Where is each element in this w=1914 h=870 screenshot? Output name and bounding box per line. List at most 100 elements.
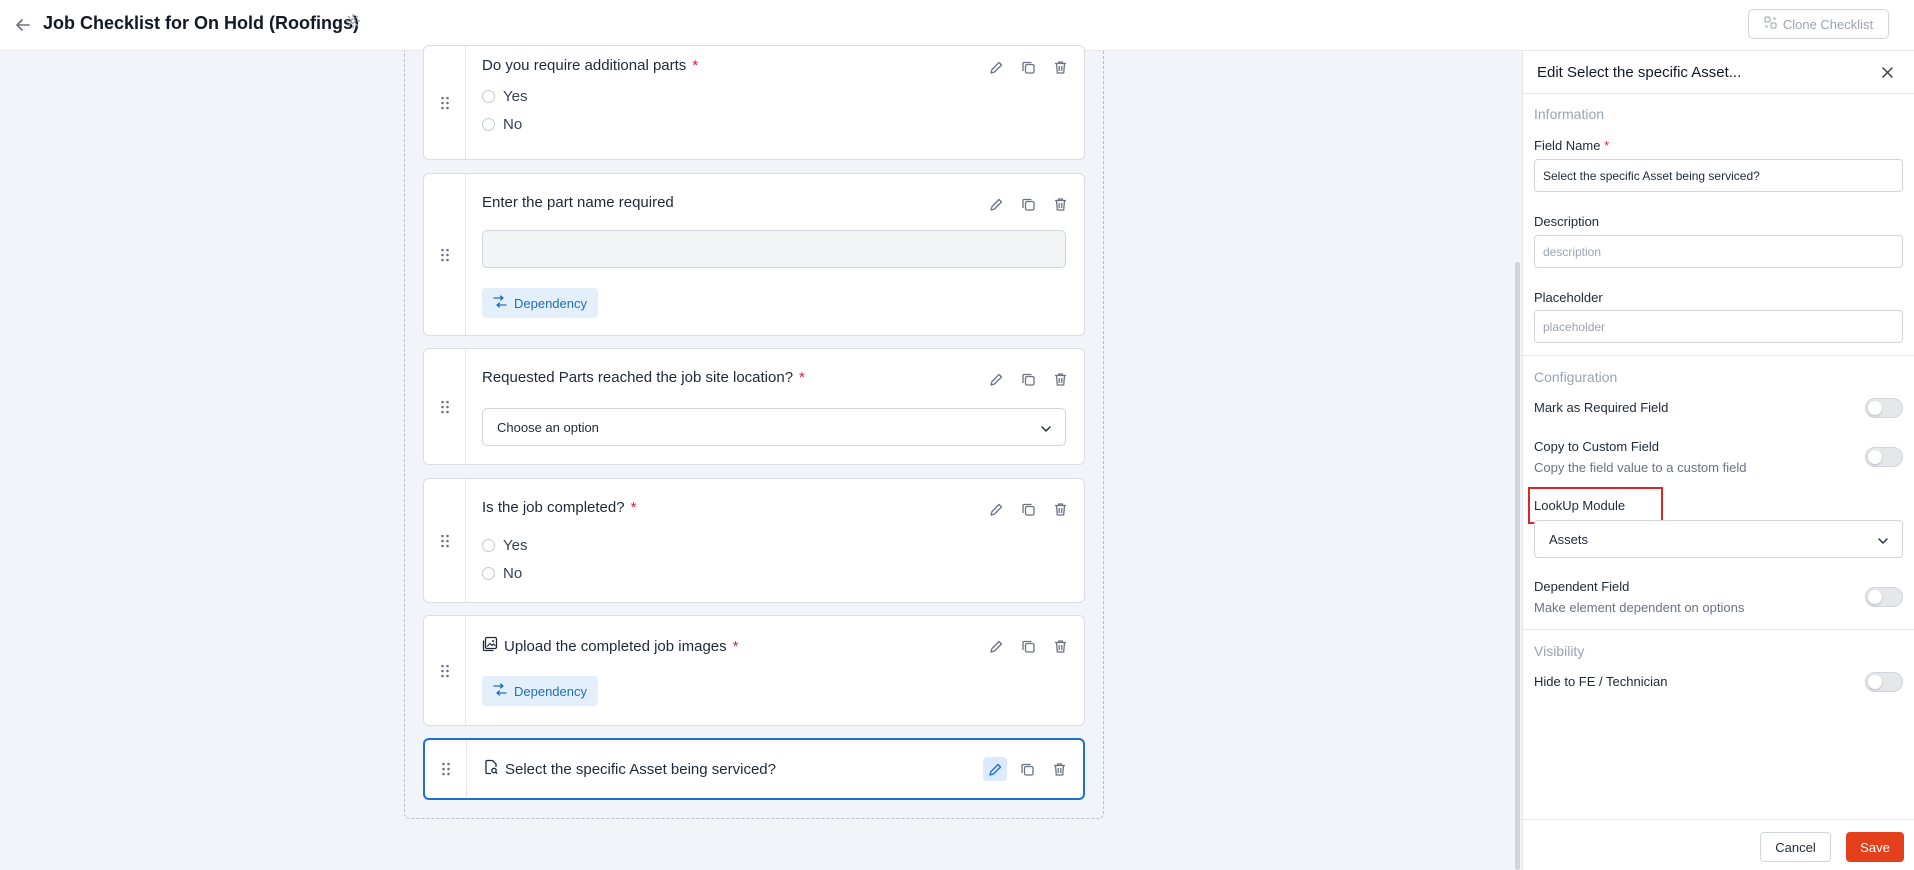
radio-button[interactable] [482, 118, 495, 131]
question-text: Enter the part name required [482, 194, 674, 211]
card-actions [984, 634, 1072, 658]
field-name-input[interactable] [1534, 159, 1903, 192]
top-header: Job Checklist for On Hold (Roofings) Clo… [0, 0, 1914, 51]
question-text: Do you require additional parts [482, 57, 687, 74]
close-icon[interactable] [1877, 62, 1897, 82]
placeholder-label: Placeholder [1534, 290, 1603, 305]
question-card[interactable]: Is the job completed? * Yes No [423, 478, 1085, 603]
divider [1522, 355, 1914, 356]
radio-option-label: No [503, 565, 523, 582]
chevron-down-icon [1041, 420, 1051, 435]
question-text: Upload the completed job images [504, 637, 727, 655]
edit-icon[interactable] [984, 497, 1008, 521]
delete-icon[interactable] [1048, 55, 1072, 79]
drag-handle-icon[interactable] [424, 479, 466, 602]
mark-required-label: Mark as Required Field [1534, 400, 1669, 415]
text-answer-field[interactable] [482, 230, 1066, 268]
card-actions [983, 757, 1071, 781]
question-label: Is the job completed? * [482, 499, 636, 516]
radio-button[interactable] [482, 539, 495, 552]
radio-option-yes[interactable]: Yes [482, 88, 527, 105]
card-actions [984, 55, 1072, 79]
dependency-button[interactable]: Dependency [482, 676, 598, 706]
delete-icon[interactable] [1048, 192, 1072, 216]
dependent-field-description: Make element dependent on options [1534, 600, 1745, 615]
edit-icon[interactable] [983, 757, 1007, 781]
placeholder-input[interactable] [1534, 310, 1903, 343]
delete-icon[interactable] [1048, 497, 1072, 521]
visibility-heading: Visibility [1534, 643, 1585, 659]
back-arrow-icon[interactable] [10, 12, 36, 38]
question-label: Requested Parts reached the job site loc… [482, 369, 805, 386]
radio-option-no[interactable]: No [482, 565, 522, 582]
scrollbar-thumb[interactable] [1515, 262, 1520, 870]
question-card[interactable]: Enter the part name required Dependency [423, 173, 1085, 336]
question-text: Requested Parts reached the job site loc… [482, 369, 794, 386]
mark-required-toggle[interactable] [1865, 398, 1903, 418]
dependency-icon [493, 295, 507, 311]
duplicate-icon[interactable] [1015, 757, 1039, 781]
dependency-label: Dependency [514, 683, 587, 699]
radio-option-no[interactable]: No [482, 116, 522, 133]
question-label: Select the specific Asset being serviced… [483, 759, 776, 779]
question-label: Upload the completed job images * [482, 636, 738, 656]
description-label: Description [1534, 214, 1600, 229]
required-marker: * [732, 637, 739, 655]
option-select[interactable]: Choose an option [482, 408, 1066, 446]
field-name-label: Field Name * [1534, 138, 1609, 153]
required-marker: * [1604, 138, 1610, 153]
select-value: Choose an option [497, 419, 599, 435]
field-name-label-text: Field Name [1534, 138, 1601, 153]
question-label: Do you require additional parts * [482, 57, 698, 74]
duplicate-icon[interactable] [1016, 192, 1040, 216]
drag-handle-icon[interactable] [424, 349, 466, 464]
save-button[interactable]: Save [1846, 832, 1904, 862]
question-card[interactable]: Upload the completed job images * Depend… [423, 615, 1085, 726]
divider [1522, 819, 1914, 820]
radio-option-label: Yes [503, 88, 528, 105]
radio-button[interactable] [482, 90, 495, 103]
clone-icon [1764, 16, 1777, 32]
question-card[interactable]: Requested Parts reached the job site loc… [423, 348, 1085, 465]
hide-technician-toggle[interactable] [1865, 672, 1903, 692]
radio-button[interactable] [482, 567, 495, 580]
question-card[interactable]: Do you require additional parts * Yes No [423, 45, 1085, 160]
required-marker: * [692, 57, 699, 74]
dependent-field-toggle[interactable] [1865, 587, 1903, 607]
dependent-field-label: Dependent Field [1534, 579, 1630, 594]
gear-icon[interactable] [345, 13, 363, 31]
dependency-button[interactable]: Dependency [482, 288, 598, 318]
duplicate-icon[interactable] [1016, 634, 1040, 658]
duplicate-icon[interactable] [1016, 497, 1040, 521]
edit-icon[interactable] [984, 634, 1008, 658]
cancel-button[interactable]: Cancel [1760, 832, 1831, 862]
delete-icon[interactable] [1048, 634, 1072, 658]
delete-icon[interactable] [1047, 757, 1071, 781]
duplicate-icon[interactable] [1016, 367, 1040, 391]
lookup-module-select[interactable]: Assets [1534, 520, 1903, 558]
required-marker: * [630, 499, 637, 516]
dependency-icon [493, 683, 507, 699]
edit-icon[interactable] [984, 55, 1008, 79]
description-input[interactable] [1534, 235, 1903, 268]
radio-option-yes[interactable]: Yes [482, 537, 527, 554]
drag-handle-icon[interactable] [424, 616, 466, 725]
copy-custom-toggle[interactable] [1865, 447, 1903, 467]
card-actions [984, 192, 1072, 216]
card-actions [984, 367, 1072, 391]
clone-checklist-button[interactable]: Clone Checklist [1748, 9, 1889, 39]
drag-handle-icon[interactable] [425, 740, 467, 798]
drag-handle-icon[interactable] [424, 46, 466, 159]
question-card-selected[interactable]: Select the specific Asset being serviced… [423, 738, 1085, 800]
edit-icon[interactable] [984, 192, 1008, 216]
panel-title: Edit Select the specific Asset... [1537, 64, 1742, 81]
delete-icon[interactable] [1048, 367, 1072, 391]
page-title: Job Checklist for On Hold (Roofings) [43, 13, 359, 33]
edit-icon[interactable] [984, 367, 1008, 391]
drag-handle-icon[interactable] [424, 174, 466, 335]
radio-option-label: Yes [503, 537, 528, 554]
copy-custom-description: Copy the field value to a custom field [1534, 460, 1747, 475]
duplicate-icon[interactable] [1016, 55, 1040, 79]
configuration-heading: Configuration [1534, 369, 1618, 385]
divider [1522, 629, 1914, 630]
